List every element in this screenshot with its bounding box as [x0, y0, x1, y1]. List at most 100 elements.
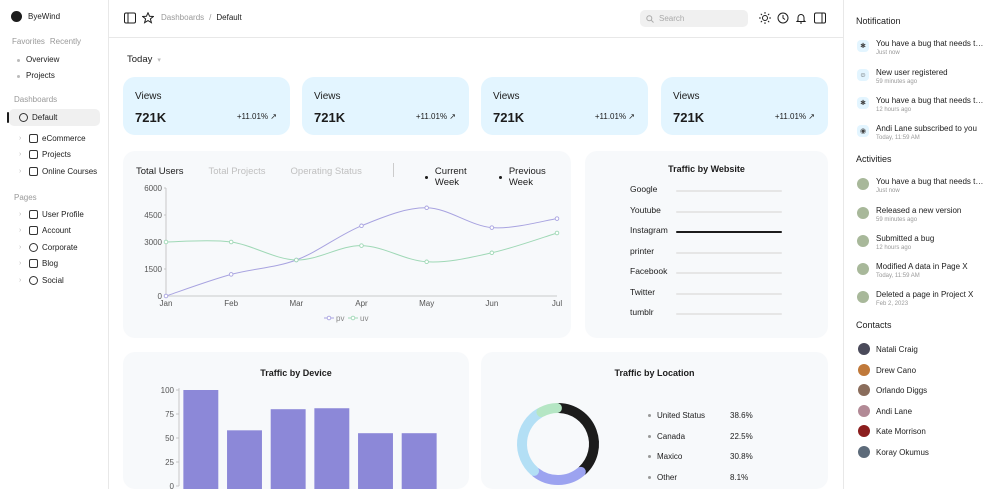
contact-item[interactable]: Orlando Diggs [858, 383, 927, 397]
activity-item[interactable]: Submitted a bug 12 hours ago [857, 233, 987, 257]
sidebar-item-blog[interactable]: › Blog [9, 256, 100, 273]
website-row: Facebook [585, 262, 828, 282]
y-tick-label: 3000 [144, 238, 162, 247]
data-point-uv [359, 243, 364, 248]
star-icon[interactable] [142, 12, 154, 24]
device-bar [227, 430, 262, 489]
sidebar-item-account[interactable]: › Account [9, 223, 100, 240]
website-name: Youtube [630, 204, 661, 215]
chevron-right-icon: › [19, 167, 22, 175]
sidebar-item-corporate[interactable]: › Corporate [9, 239, 100, 256]
data-point-pv [424, 205, 429, 211]
stat-label: Views [673, 91, 700, 102]
device-bar [270, 409, 306, 489]
contact-item[interactable]: Koray Okumus [858, 445, 929, 459]
data-point-uv [294, 257, 299, 263]
pages-section-title: Pages [14, 193, 37, 202]
website-bar-track [676, 313, 782, 315]
contact-name: Natali Craig [876, 344, 918, 354]
chevron-down-icon: ▾ [157, 56, 161, 64]
stat-change: +11.01% ↗ [775, 112, 815, 121]
stat-card: Views 721K +11.01% ↗ [123, 77, 290, 135]
x-tick-label: Jan [160, 299, 173, 308]
history-icon[interactable] [777, 12, 789, 24]
breadcrumb-current: Default [216, 13, 242, 22]
chevron-right-icon: › [19, 243, 22, 251]
stat-card: Views 721K +11.01% ↗ [302, 77, 469, 135]
notification-item[interactable]: ◉ Andi Lane subscribed to you Today, 11:… [857, 123, 987, 147]
sidebar-item-user-profile[interactable]: › User Profile [9, 206, 100, 223]
sidebar-item-label: Account [42, 226, 71, 236]
user-profile-icon [29, 209, 38, 219]
notification-text: You have a bug that needs to be fixed [876, 96, 987, 105]
total-users-card: Total Users Total Projects Operating Sta… [123, 151, 571, 338]
notification-time: 59 minutes ago [876, 79, 918, 85]
contact-name: Koray Okumus [876, 447, 929, 457]
contact-item[interactable]: Natali Craig [858, 342, 918, 356]
activity-avatar [857, 235, 869, 247]
favorite-item-projects[interactable]: Projects [17, 68, 59, 84]
stat-card: Views 721K +11.01% ↗ [661, 77, 828, 135]
y-tick-label: 1500 [144, 265, 162, 274]
x-tick-label: Mar [289, 299, 303, 308]
breadcrumb: Dashboards / Default [161, 13, 242, 22]
sidebar-toggle-icon[interactable] [124, 12, 136, 24]
notification-item[interactable]: ☺ New user registered 59 minutes ago [857, 67, 987, 91]
notification-title: Notification [856, 16, 901, 26]
cart-icon [29, 133, 38, 143]
activities-title: Activities [856, 154, 892, 164]
notification-time: 12 hours ago [876, 107, 912, 113]
activity-item[interactable]: Released a new version 59 minutes ago [857, 205, 987, 229]
y-tick-label: 75 [165, 410, 174, 419]
sidebar-item-online-courses[interactable]: › Online Courses [9, 163, 100, 180]
data-point-uv [554, 230, 560, 236]
contact-item[interactable]: Andi Lane [858, 404, 912, 418]
tab-favorites[interactable]: Favorites [12, 37, 45, 46]
brand[interactable]: ByeWind [11, 11, 60, 22]
activity-item[interactable]: Modified A data in Page X Today, 11:59 A… [857, 261, 987, 285]
favorites-list: Overview Projects [17, 52, 59, 84]
search-input[interactable] [659, 14, 739, 23]
sidebar-item-label: Corporate [42, 242, 78, 252]
chevron-right-icon: › [19, 276, 22, 284]
notification-item[interactable]: ✱ You have a bug that needs to be fixed … [857, 95, 987, 119]
website-row: Google [585, 180, 828, 200]
trend-up-icon: ↗ [449, 112, 456, 121]
sidebar-item-default[interactable]: Default [7, 109, 100, 126]
stat-value: 721K [673, 110, 705, 125]
stat-change-value: +11.01% [415, 112, 448, 121]
brand-name: ByeWind [28, 12, 61, 21]
chevron-right-icon: › [19, 210, 22, 218]
contact-item[interactable]: Drew Cano [858, 363, 916, 377]
sidebar-item-ecommerce[interactable]: › eCommerce [9, 130, 100, 147]
activity-item[interactable]: Deleted a page in Project X Feb 2, 2023 [857, 289, 987, 313]
stat-change-value: +11.01% [594, 112, 627, 121]
favorites-tabs: Favorites Recently [12, 37, 81, 46]
favorite-item-overview[interactable]: Overview [17, 52, 59, 68]
activity-time: Today, 11:59 AM [876, 273, 920, 279]
data-point-uv [163, 239, 169, 245]
sidebar-item-projects[interactable]: › Projects [9, 147, 100, 164]
period-selector[interactable]: Today ▾ [127, 54, 161, 65]
activity-item[interactable]: You have a bug that needs to be fixed Ju… [857, 176, 987, 200]
device-bar-chart: 0 25 50 75 100 [161, 386, 437, 489]
data-point-pv [489, 225, 495, 230]
bullet-icon [648, 475, 651, 479]
tab-recently[interactable]: Recently [50, 37, 81, 46]
sidebar-item-social[interactable]: › Social [9, 272, 100, 289]
contact-item[interactable]: Kate Morrison [858, 424, 926, 438]
series-line-pv [165, 207, 558, 297]
notification-text: Andi Lane subscribed to you [876, 124, 977, 133]
bell-icon[interactable] [795, 12, 807, 24]
search-box[interactable] [640, 10, 748, 27]
panel-toggle-icon[interactable] [814, 12, 826, 24]
stat-change-value: +11.01% [236, 112, 269, 121]
sun-icon[interactable] [759, 12, 771, 24]
breadcrumb-root[interactable]: Dashboards [161, 13, 204, 22]
notification-text: New user registered [876, 68, 948, 77]
notification-item[interactable]: ✱ You have a bug that needs to be fixed … [857, 38, 987, 62]
stat-value: 721K [493, 110, 525, 125]
sidebar-item-label: Projects [42, 150, 71, 160]
contact-name: Drew Cano [876, 365, 917, 375]
bullet-icon [648, 413, 651, 417]
